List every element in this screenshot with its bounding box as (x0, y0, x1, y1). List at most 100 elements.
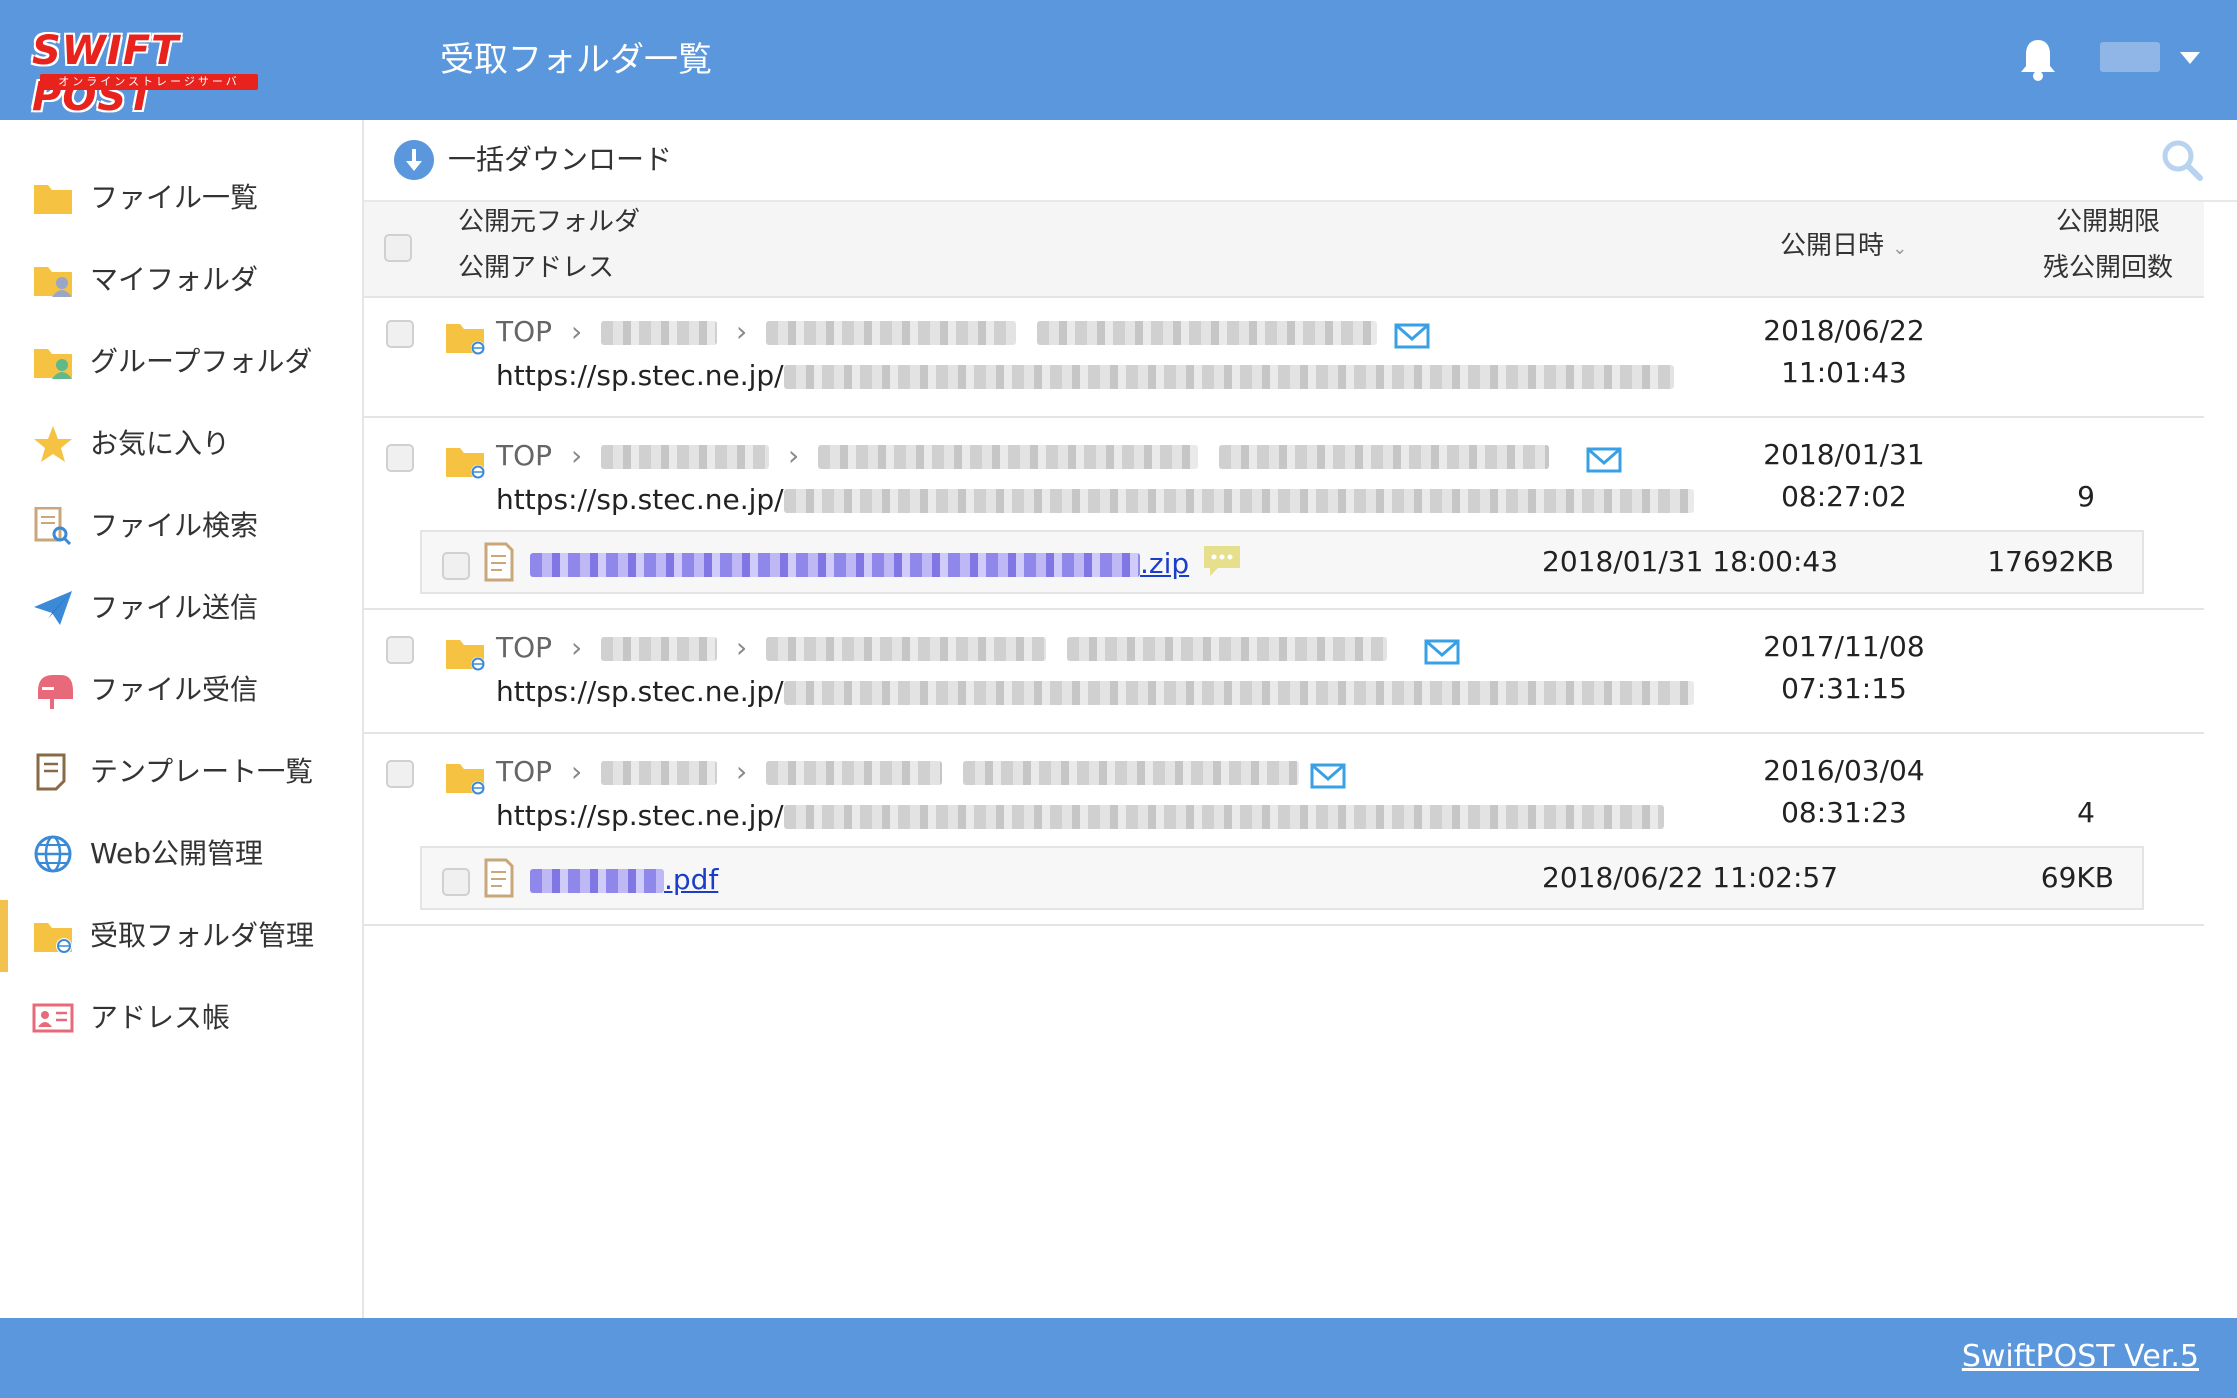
public-url[interactable]: https://sp.stec.ne.jp/ (496, 480, 1694, 520)
toolbar: 一括ダウンロード (364, 120, 2237, 202)
remaining-count: 9 (2077, 480, 2095, 513)
sidebar-item-group-folder[interactable]: グループフォルダ (0, 326, 362, 398)
crumb-top[interactable]: TOP (496, 755, 552, 788)
mail-icon[interactable] (1394, 322, 1430, 350)
published-date: 2016/03/04 (1763, 754, 1925, 787)
file-ext: .zip (1140, 547, 1190, 580)
public-folder-icon (446, 640, 485, 671)
sidebar-item-web-publish[interactable]: Web公開管理 (0, 818, 362, 890)
row-checkbox[interactable] (386, 320, 414, 348)
bell-icon[interactable] (2018, 36, 2058, 82)
table-header: 公開元フォルダ 公開アドレス 公開日時 ⌄ 公開期限 残公開回数 (364, 202, 2204, 298)
public-url[interactable]: https://sp.stec.ne.jp/ (496, 796, 1664, 836)
chevron-right-icon: › (570, 631, 583, 664)
redacted-text (601, 637, 718, 661)
col-published-at-label: 公開日時 (1780, 231, 1885, 261)
chevron-right-icon: › (787, 439, 800, 472)
crumb-top[interactable]: TOP (496, 439, 552, 472)
public-folder-icon (446, 324, 485, 355)
sidebar-item-receive-folder-admin[interactable]: 受取フォルダ管理 (0, 900, 370, 972)
sidebar-item-label: Web公開管理 (90, 837, 264, 870)
url-prefix: https://sp.stec.ne.jp/ (496, 483, 784, 516)
sidebar-item-file-list[interactable]: ファイル一覧 (0, 162, 362, 234)
published-date: 2018/01/31 (1763, 438, 1925, 471)
sidebar-item-file-search[interactable]: ファイル検索 (0, 490, 362, 562)
mail-icon[interactable] (1424, 638, 1460, 666)
file-datetime: 2018/01/31 18:00:43 (1542, 545, 1839, 578)
table-row[interactable]: TOP › › https://sp.stec.ne.jp/ 2016/03/0… (364, 734, 2204, 926)
sidebar-item-favorites[interactable]: お気に入り (0, 408, 362, 480)
chevron-down-icon[interactable] (2180, 52, 2200, 64)
published-time: 11:01:43 (1781, 356, 1907, 389)
sidebar-item-templates[interactable]: テンプレート一覧 (0, 736, 362, 808)
document-icon (484, 858, 514, 898)
star-icon (34, 426, 72, 462)
version-link[interactable]: SwiftPOST Ver.5 (1962, 1336, 2199, 1378)
sidebar: ファイル一覧 マイフォルダ グループフォルダ お気に入り ファイル検索 ファイル… (0, 120, 364, 1318)
user-avatar[interactable] (2100, 42, 2160, 72)
file-row[interactable]: .pdf 2018/06/22 11:02:57 69KB (420, 846, 2144, 910)
crumb-top[interactable]: TOP (496, 631, 552, 664)
published-date: 2017/11/08 (1763, 630, 1925, 663)
bulk-download-label: 一括ダウンロード (448, 143, 673, 176)
col-published-at[interactable]: 公開日時 ⌄ (1780, 226, 1907, 269)
mailbox-icon (38, 675, 73, 709)
redacted-text (783, 805, 1664, 829)
table-row[interactable]: TOP › › https://sp.stec.ne.jp/ 2018/01/3… (364, 418, 2204, 610)
redacted-text (530, 869, 664, 893)
logo-text: SWIFT POST (32, 28, 180, 120)
search-icon[interactable] (2160, 138, 2204, 182)
breadcrumb[interactable]: TOP › › (496, 752, 1299, 792)
redacted-text (601, 321, 718, 345)
chevron-right-icon: › (735, 755, 748, 788)
breadcrumb[interactable]: TOP › › (496, 436, 1549, 476)
file-datetime: 2018/06/22 11:02:57 (1542, 861, 1839, 894)
sidebar-item-file-send[interactable]: ファイル送信 (0, 572, 362, 644)
file-checkbox[interactable] (442, 868, 470, 896)
chevron-right-icon: › (735, 315, 748, 348)
public-url[interactable]: https://sp.stec.ne.jp/ (496, 356, 1674, 396)
globe-icon (34, 835, 72, 873)
table-row[interactable]: TOP › › https://sp.stec.ne.jp/ 2017/11/0… (364, 610, 2204, 734)
row-checkbox[interactable] (386, 636, 414, 664)
mail-icon[interactable] (1586, 446, 1622, 474)
crumb-top[interactable]: TOP (496, 315, 552, 348)
sidebar-item-file-receive[interactable]: ファイル受信 (0, 654, 362, 726)
row-checkbox[interactable] (386, 444, 414, 472)
sidebar-item-label: アドレス帳 (90, 1001, 231, 1034)
comment-icon[interactable] (1202, 544, 1242, 578)
mail-icon[interactable] (1310, 762, 1346, 790)
chevron-right-icon: › (570, 315, 583, 348)
file-link[interactable]: .pdf (530, 860, 718, 900)
url-prefix: https://sp.stec.ne.jp/ (496, 799, 784, 832)
sidebar-item-label: マイフォルダ (90, 263, 259, 296)
col-remaining: 残公開回数 (2042, 253, 2173, 283)
swiftpost-logo[interactable]: SWIFT POST オンラインストレージサーバ (32, 28, 264, 120)
sidebar-item-address-book[interactable]: アドレス帳 (0, 982, 362, 1054)
published-time: 07:31:15 (1781, 672, 1907, 705)
url-prefix: https://sp.stec.ne.jp/ (496, 359, 784, 392)
file-size: 69KB (2040, 861, 2114, 894)
public-folder-icon (446, 764, 485, 795)
published-date: 2018/06/22 (1763, 314, 1925, 347)
breadcrumb[interactable]: TOP › › (496, 312, 1377, 352)
sort-caret-icon: ⌄ (1892, 238, 1908, 259)
file-checkbox[interactable] (442, 552, 470, 580)
template-icon (36, 753, 66, 791)
public-url[interactable]: https://sp.stec.ne.jp/ (496, 672, 1694, 712)
sidebar-item-label: ファイル一覧 (90, 181, 259, 214)
sidebar-item-my-folder[interactable]: マイフォルダ (0, 244, 362, 316)
row-checkbox[interactable] (386, 760, 414, 788)
file-link[interactable]: .zip (530, 544, 1189, 584)
chevron-right-icon: › (735, 631, 748, 664)
sidebar-item-label: ファイル受信 (90, 673, 259, 706)
file-row[interactable]: .zip 2018/01/31 18:00:43 17692KB (420, 530, 2144, 594)
table-row[interactable]: TOP › › https://sp.stec.ne.jp/ 2018/06/2… (364, 298, 2204, 418)
select-all-checkbox[interactable] (384, 234, 412, 262)
folder-icon (34, 185, 72, 214)
sidebar-item-label: お気に入り (90, 427, 231, 460)
sidebar-item-label: テンプレート一覧 (90, 755, 314, 788)
address-book-icon (32, 1003, 74, 1033)
breadcrumb[interactable]: TOP › › (496, 628, 1387, 668)
redacted-text (818, 445, 1199, 469)
